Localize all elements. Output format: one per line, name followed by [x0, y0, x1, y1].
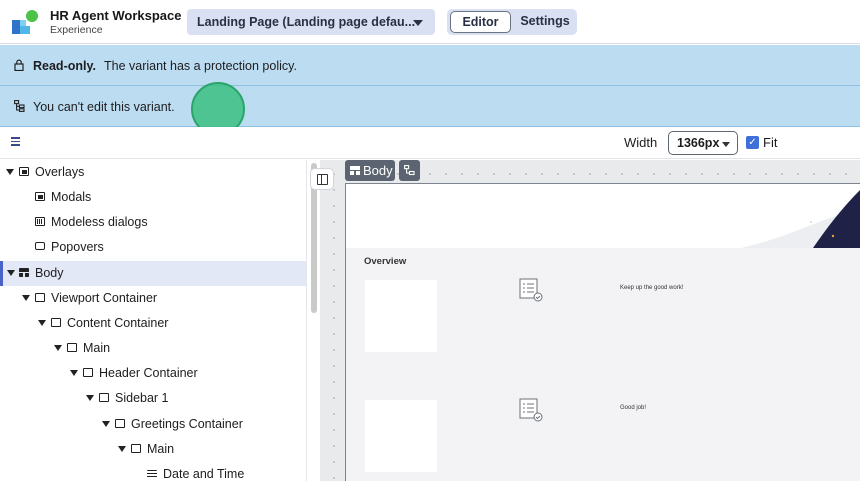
tree-item-label: Header Container	[99, 366, 198, 380]
layout-icon	[19, 268, 29, 277]
body-tag-label: Body	[363, 163, 393, 178]
tab-settings[interactable]: Settings	[517, 11, 573, 33]
structure-tree: Overlays Modals Modeless dialogs Popover…	[0, 160, 306, 481]
collapse-panel-icon	[317, 174, 328, 185]
overlay-icon	[19, 167, 29, 176]
chevron-down-icon	[722, 142, 730, 147]
stat-card	[365, 400, 437, 472]
tree-item-label: Viewport Container	[51, 291, 158, 305]
expand-caret-icon[interactable]	[86, 395, 94, 401]
collapse-panel-button[interactable]	[310, 168, 334, 190]
tree-item-label: Main	[83, 341, 111, 355]
expand-caret-icon[interactable]	[7, 270, 15, 276]
text-icon	[147, 470, 157, 478]
hero-banner	[346, 184, 860, 248]
container-icon	[131, 444, 141, 453]
expand-caret-icon[interactable]	[118, 446, 126, 452]
container-icon	[115, 419, 125, 428]
expand-caret-icon[interactable]	[54, 345, 62, 351]
app-logo-icon	[12, 10, 38, 34]
tree-item-modeless-dialogs[interactable]: Modeless dialogs	[0, 210, 306, 235]
tab-editor[interactable]: Editor	[450, 11, 511, 33]
message-text: Good job!	[620, 405, 647, 411]
fit-label: Fit	[763, 135, 778, 150]
tree-item-popovers[interactable]: Popovers	[0, 235, 306, 260]
tree-item-label: Overlays	[35, 165, 85, 179]
structure-icon	[14, 100, 25, 112]
page-variant-select[interactable]: Landing Page (Landing page defau...	[187, 9, 435, 35]
tree-item-label: Modals	[51, 190, 92, 204]
container-icon	[99, 393, 109, 402]
canvas-toolbar: Width 1366px ✓ Fit	[0, 127, 860, 159]
expand-caret-icon[interactable]	[102, 421, 110, 427]
tree-item-overlays[interactable]: Overlays	[0, 160, 306, 185]
tree-item-label: Popovers	[51, 240, 104, 254]
tree-item-label: Date and Time	[163, 467, 245, 481]
mode-tabs: Editor Settings	[447, 9, 577, 35]
readonly-banner: Read-only. The variant has a protection …	[0, 45, 860, 86]
page-preview: Overview Keep up the good work! Good job…	[345, 183, 860, 481]
structure-icon[interactable]	[399, 160, 420, 181]
tree-scrollbar[interactable]	[306, 160, 320, 481]
lock-icon	[14, 59, 24, 71]
expand-caret-icon[interactable]	[22, 295, 30, 301]
tree-item-main[interactable]: Main	[0, 336, 306, 361]
tree-item-label: Sidebar 1	[115, 391, 169, 405]
hero-decoration	[741, 190, 860, 248]
popover-icon	[35, 242, 45, 250]
tree-item-date-and-time[interactable]: Date and Time	[0, 462, 306, 481]
chevron-down-icon	[413, 20, 423, 26]
body-breadcrumb-tag[interactable]: Body	[345, 160, 395, 181]
message-text: Keep up the good work!	[620, 285, 684, 291]
task-checklist-icon	[519, 278, 543, 302]
container-icon	[67, 343, 77, 352]
tree-item-label: Greetings Container	[131, 417, 243, 431]
expand-caret-icon[interactable]	[6, 169, 14, 175]
tree-item-sidebar-1[interactable]: Sidebar 1	[0, 386, 306, 411]
dialog-icon	[35, 217, 45, 226]
tree-item-modals[interactable]: Modals	[0, 185, 306, 210]
top-bar: HR Agent Workspace Experience Landing Pa…	[0, 0, 860, 44]
container-icon	[83, 368, 93, 377]
tree-item-label: Main	[147, 442, 175, 456]
layout-icon	[350, 166, 360, 175]
tree-item-main-2[interactable]: Main	[0, 437, 306, 462]
tree-item-viewport-container[interactable]: Viewport Container	[0, 286, 306, 311]
readonly-message: The variant has a protection policy.	[104, 59, 297, 73]
edit-restriction-banner: You can't edit this variant.	[0, 86, 860, 127]
expand-caret-icon[interactable]	[38, 320, 46, 326]
fit-checkbox[interactable]: ✓	[746, 136, 759, 149]
readonly-title: Read-only.	[33, 59, 96, 73]
container-icon	[51, 318, 61, 327]
width-value: 1366px	[677, 136, 720, 150]
tree-item-greetings-container[interactable]: Greetings Container	[0, 412, 306, 437]
tree-item-label: Body	[35, 266, 64, 280]
container-icon	[35, 293, 45, 302]
tree-item-body[interactable]: Body	[0, 261, 306, 286]
tree-item-content-container[interactable]: Content Container	[0, 311, 306, 336]
tree-item-label: Modeless dialogs	[51, 215, 148, 229]
menu-icon[interactable]	[11, 137, 20, 148]
task-checklist-icon	[519, 398, 543, 422]
edit-restriction-message: You can't edit this variant.	[33, 100, 175, 114]
app-title: HR Agent Workspace	[50, 8, 182, 23]
width-select[interactable]: 1366px	[668, 131, 738, 155]
app-subtitle: Experience	[50, 24, 103, 36]
width-label: Width	[624, 135, 658, 150]
section-title: Overview	[364, 256, 407, 267]
modal-icon	[35, 192, 45, 201]
page-variant-label: Landing Page (Landing page defau...	[197, 15, 416, 29]
tree-item-header-container[interactable]: Header Container	[0, 361, 306, 386]
expand-caret-icon[interactable]	[70, 370, 78, 376]
tree-item-label: Content Container	[67, 316, 169, 330]
stat-card	[365, 280, 437, 352]
